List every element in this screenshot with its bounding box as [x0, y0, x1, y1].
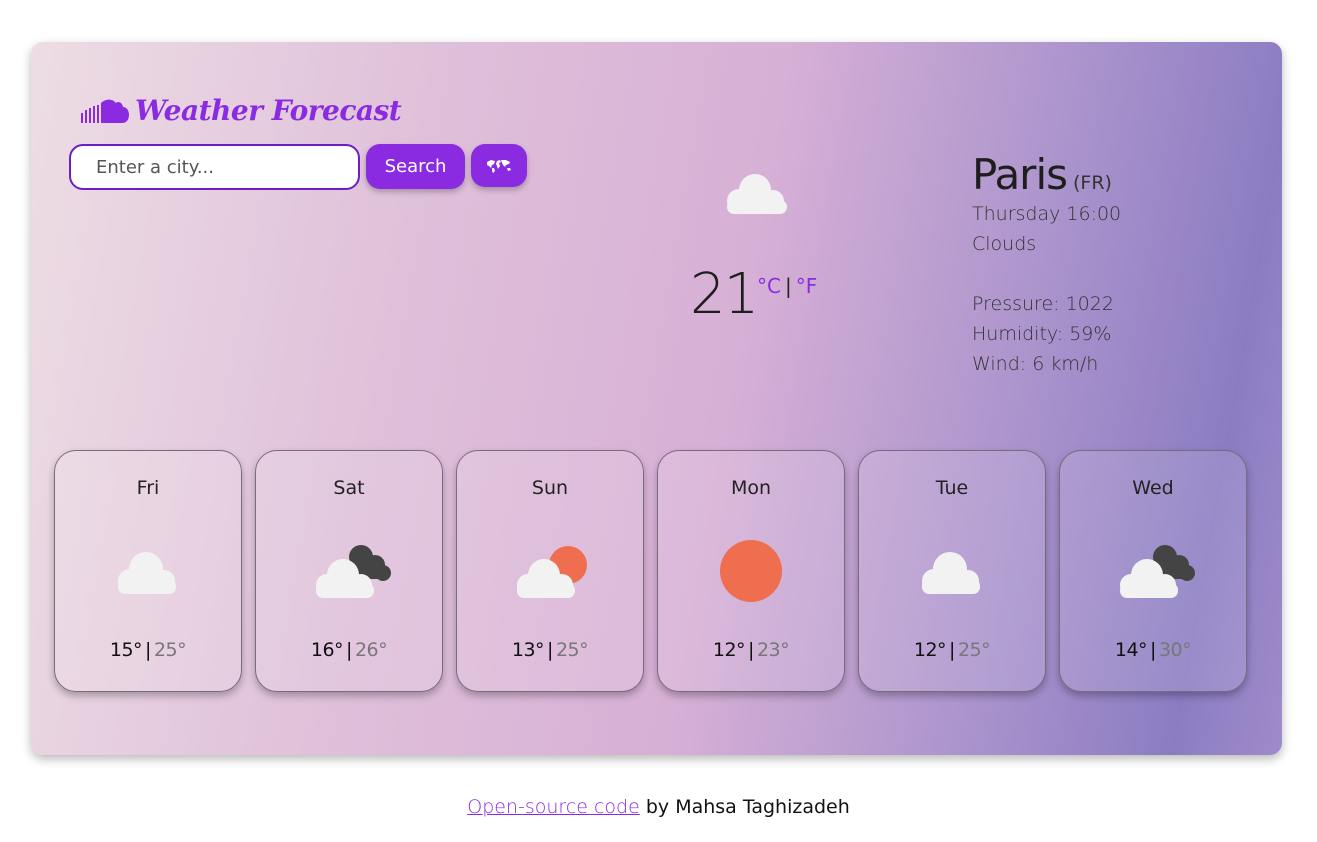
current-weather-cloud-icon [727, 174, 787, 214]
forecast-min: 13° [511, 639, 545, 661]
forecast-temps: 14° | 30° [1114, 639, 1192, 661]
city-details: Paris (FR) Thursday 16:00 Clouds Pressur… [972, 150, 1121, 379]
sun-icon [720, 540, 782, 602]
forecast-card: Mon 12° | 23° [657, 450, 845, 692]
wind: Wind: 6 km/h [972, 353, 1099, 375]
forecast-card: Fri 15° | 25° [54, 450, 242, 692]
forecast-day: Sun [531, 477, 569, 499]
map-button[interactable] [471, 144, 527, 187]
open-source-link[interactable]: Open-source code [467, 796, 640, 818]
forecast-card: Wed 14° | 30° [1059, 450, 1247, 692]
footer: Open-source code by Mahsa Taghizadeh [0, 796, 1317, 818]
forecast-day: Wed [1132, 477, 1174, 499]
forecast-card: Sat 16° | 26° [255, 450, 443, 692]
sun-behind-cloud-icon [517, 546, 587, 598]
dark-clouds-icon [316, 545, 391, 598]
cloud-icon [81, 99, 129, 123]
world-map-icon [487, 159, 511, 173]
humidity: Humidity: 59% [972, 323, 1112, 345]
dark-clouds-icon [1120, 545, 1195, 598]
current-temperature: 21 [690, 262, 759, 327]
forecast-day: Mon [730, 477, 772, 499]
forecast-min: 12° [913, 639, 947, 661]
app-header: Weather Forecast [79, 94, 402, 127]
forecast-temps: 16° | 26° [310, 639, 388, 661]
country-code: (FR) [1073, 172, 1112, 194]
search-button[interactable]: Search [366, 144, 465, 189]
forecast-card: Tue 12° | 25° [858, 450, 1046, 692]
celsius-link[interactable]: °C [757, 274, 781, 298]
forecast-temps: 15° | 25° [109, 639, 187, 661]
forecast-max: 25° [555, 639, 589, 661]
forecast-day: Tue [935, 477, 969, 499]
unit-toggle: °C | °F [757, 274, 817, 298]
forecast-max: 30° [1158, 639, 1192, 661]
forecast-card: Sun 13° | 25° [456, 450, 644, 692]
cloud-icon [922, 552, 980, 594]
date-time: Thursday 16:00 [972, 203, 1122, 225]
weather-app-card: Weather Forecast Search 21 °C|°F Paris [31, 42, 1282, 755]
pressure: Pressure: 1022 [972, 293, 1114, 315]
forecast-min: 15° [109, 639, 143, 661]
unit-separator: | [784, 274, 792, 298]
forecast-min: 14° [1114, 639, 1148, 661]
forecast-min: 16° [310, 639, 344, 661]
forecast-temps: 12° | 25° [913, 639, 991, 661]
fahrenheit-link[interactable]: °F [796, 274, 818, 298]
forecast-max: 23° [756, 639, 790, 661]
forecast-temps: 12° | 23° [712, 639, 790, 661]
cloud-icon [118, 552, 176, 594]
weather-description: Clouds [972, 233, 1037, 255]
forecast-max: 25° [957, 639, 991, 661]
forecast-max: 25° [153, 639, 187, 661]
forecast-max: 26° [354, 639, 388, 661]
city-search-input[interactable] [69, 144, 360, 190]
city-name: Paris [972, 150, 1068, 199]
footer-credit: by Mahsa Taghizadeh [639, 796, 850, 818]
forecast-day: Fri [136, 477, 160, 499]
forecast-min: 12° [712, 639, 746, 661]
forecast-row: Fri 15° | 25° Sat 16° | 26° Sun 13° | 25… [54, 450, 1247, 692]
forecast-temps: 13° | 25° [511, 639, 589, 661]
app-title: Weather Forecast [135, 94, 402, 127]
forecast-day: Sat [333, 477, 365, 499]
